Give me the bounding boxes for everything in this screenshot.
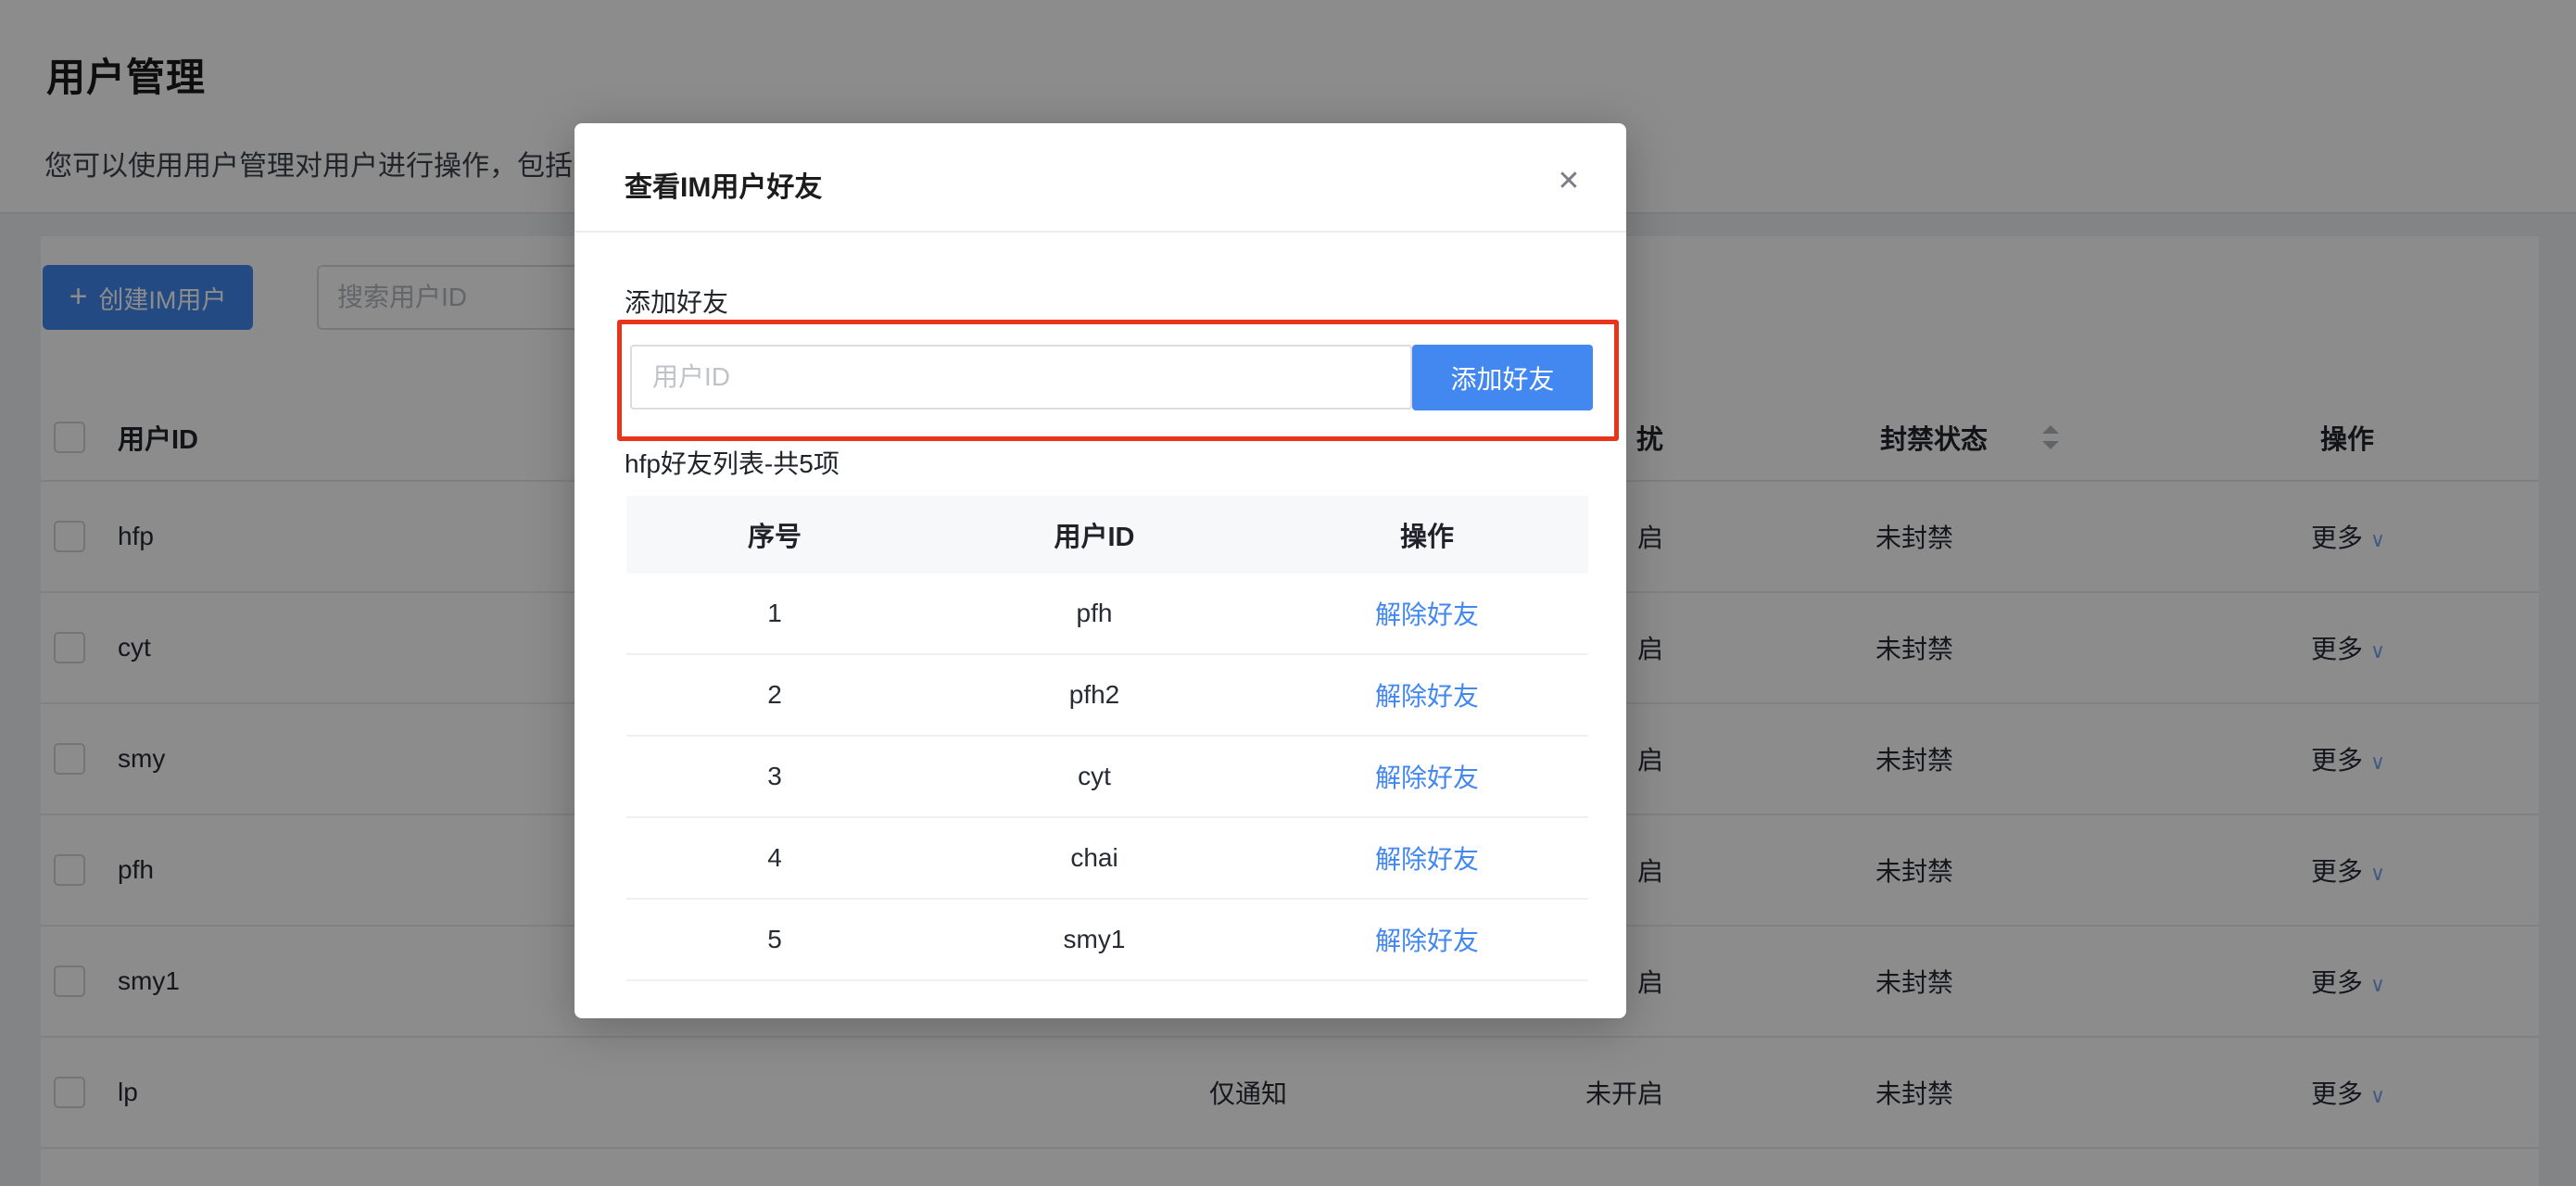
view-im-friends-modal: 查看IM用户好友 ✕ 添加好友 添加好友 hfp好友列表-共5项 序号 用户ID… <box>575 123 1626 1018</box>
remove-friend-link[interactable]: 解除好友 <box>1375 921 1479 958</box>
remove-friend-link[interactable]: 解除好友 <box>1375 676 1479 713</box>
friend-row-user-id: cyt <box>923 737 1266 816</box>
friend-row-no: 2 <box>626 655 923 735</box>
friend-table: 序号 用户ID 操作 1 pfh 解除好友 2 pfh2 解除好友 3 cyt … <box>626 496 1588 981</box>
friend-row: 5 smy1 解除好友 <box>626 900 1588 981</box>
friend-row-user-id: chai <box>923 818 1266 898</box>
friend-row-user-id: smy1 <box>923 900 1266 979</box>
friend-table-body: 1 pfh 解除好友 2 pfh2 解除好友 3 cyt 解除好友 4 chai… <box>626 574 1588 981</box>
annotation-highlight-box <box>617 320 1619 441</box>
friend-row: 2 pfh2 解除好友 <box>626 655 1588 737</box>
remove-friend-link[interactable]: 解除好友 <box>1375 839 1479 877</box>
modal-header-divider <box>575 231 1626 233</box>
remove-friend-link[interactable]: 解除好友 <box>1375 595 1479 632</box>
friend-row-no: 4 <box>626 818 923 898</box>
friend-col-action: 操作 <box>1266 496 1588 574</box>
friend-row-user-id: pfh <box>923 574 1266 653</box>
friend-col-user-id: 用户ID <box>923 496 1266 574</box>
friend-table-header: 序号 用户ID 操作 <box>626 496 1588 574</box>
modal-title: 查看IM用户好友 <box>625 164 822 205</box>
friend-row: 4 chai 解除好友 <box>626 818 1588 900</box>
friend-row-no: 1 <box>626 574 923 653</box>
remove-friend-link[interactable]: 解除好友 <box>1375 758 1479 795</box>
friend-list-label: hfp好友列表-共5项 <box>625 444 840 481</box>
friend-row-user-id: pfh2 <box>923 655 1266 735</box>
friend-row-no: 5 <box>626 900 923 979</box>
friend-row: 3 cyt 解除好友 <box>626 737 1588 818</box>
friend-col-no: 序号 <box>626 496 923 574</box>
screen: 用户管理 您可以使用用户管理对用户进行操作，包括 + 创建IM用户 用户ID 扰… <box>0 0 2576 1186</box>
friend-row: 1 pfh 解除好友 <box>626 574 1588 655</box>
add-friend-section-label: 添加好友 <box>625 283 728 320</box>
close-icon[interactable]: ✕ <box>1550 162 1587 199</box>
friend-row-no: 3 <box>626 737 923 816</box>
